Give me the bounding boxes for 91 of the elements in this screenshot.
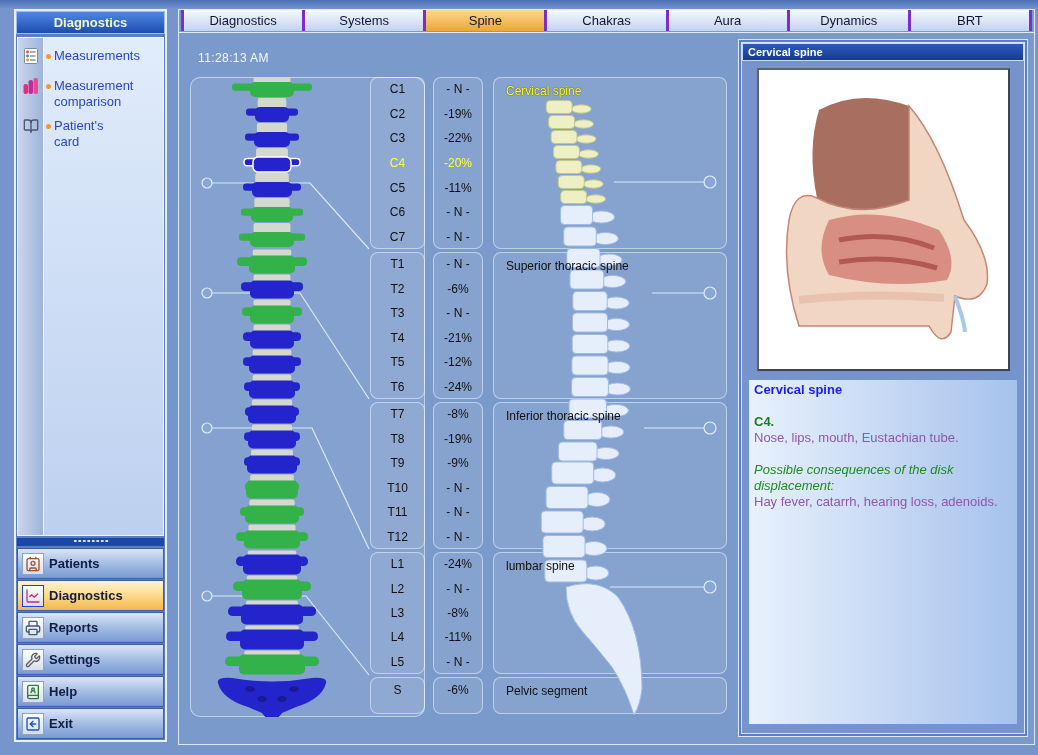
vertebra-label[interactable]: L4 [390, 630, 405, 645]
deviation-value: -24% [444, 379, 472, 394]
sidebar-title: Diagnostics [16, 11, 165, 34]
deviation-value: - N - [446, 529, 470, 544]
section-label[interactable]: Superior thoracic spine [506, 259, 629, 273]
sidebar-link[interactable]: Measurement comparison [54, 78, 134, 110]
deviation-value: -19% [444, 431, 472, 446]
vertebra-label[interactable]: T10 [387, 480, 408, 495]
wrench-icon [22, 648, 44, 671]
nav-button[interactable]: Settings [17, 644, 164, 675]
nav-button[interactable]: Reports [17, 612, 164, 643]
vertebra-label[interactable]: T9 [390, 456, 405, 471]
section-label[interactable]: lumbar spine [506, 559, 575, 573]
splitter-handle[interactable] [17, 538, 164, 546]
deviation-value: -8% [447, 407, 469, 422]
deviation-value: - N - [446, 257, 470, 272]
bar-chart-icon [22, 78, 39, 94]
vertebra-label[interactable]: T8 [390, 431, 405, 446]
vertebra-label[interactable]: T6 [390, 379, 405, 394]
info-heading: Cervical spine [754, 382, 844, 398]
arrow-left-icon [22, 712, 44, 735]
vertebra-label[interactable]: T7 [390, 407, 405, 422]
tab[interactable]: Spine [423, 10, 545, 31]
consequences-text: Hay fever, catarrh, hearing loss, adenoids. [754, 494, 999, 510]
deviation-value: - N - [446, 205, 470, 220]
vertebra-label[interactable]: L2 [390, 581, 405, 596]
vertebra-label[interactable]: L5 [390, 654, 405, 669]
deviation-value: -6% [447, 682, 469, 697]
vertebra-label[interactable]: L3 [390, 606, 405, 620]
vertebra-label[interactable]: C6 [389, 205, 406, 220]
clock-time: 11:28:13 AM [198, 51, 269, 65]
tab[interactable]: Chakras [544, 10, 666, 31]
nav-button[interactable]: Exit [17, 708, 164, 739]
vertebra-label[interactable]: T1 [390, 257, 405, 272]
deviation-value: - N - [446, 480, 470, 495]
deviation-value: -19% [444, 106, 472, 121]
deviation-value: -24% [444, 557, 472, 572]
vertebra-label[interactable]: T11 [387, 505, 408, 520]
sidebar-link[interactable]: Measurements [54, 48, 140, 64]
vertebra-label[interactable]: C1 [389, 82, 406, 97]
vertebra-label[interactable]: C2 [389, 106, 406, 121]
vertebra-label[interactable]: L1 [390, 557, 405, 572]
affected-organs: Nose, lips, mouth, Eustachian tube. [754, 430, 960, 446]
tab[interactable]: Dynamics [786, 10, 908, 31]
vertebra-label[interactable]: C5 [389, 180, 406, 195]
deviation-value: - N - [446, 229, 470, 244]
deviation-value: -20% [444, 156, 472, 170]
tab[interactable]: BRT [907, 10, 1032, 31]
book-icon [22, 118, 39, 134]
tab[interactable]: Systems [302, 10, 424, 31]
deviation-value: - N - [446, 82, 470, 97]
bullet-icon [46, 84, 51, 89]
deviation-value: - N - [446, 306, 470, 321]
contact-card-icon [22, 552, 44, 575]
bullet-icon [46, 124, 51, 129]
deviation-value: -22% [444, 131, 472, 146]
vertebra-label[interactable]: T12 [387, 529, 408, 544]
deviation-value: -21% [444, 330, 472, 345]
deviation-value: -12% [444, 355, 472, 370]
vertebra-label[interactable]: C7 [389, 229, 406, 244]
vertebra-label[interactable]: T3 [390, 306, 405, 321]
printer-icon [22, 616, 44, 639]
deviation-value: -11% [444, 630, 472, 645]
deviation-value: -6% [447, 281, 469, 296]
leader-line [651, 286, 717, 300]
consequences-label: Possible consequences of the disk displacement: [754, 462, 955, 494]
deviation-value: - N - [446, 654, 470, 669]
book-user-icon [22, 680, 44, 703]
vertebra-label[interactable]: S [393, 682, 402, 697]
list-icon [22, 48, 39, 64]
tab[interactable]: Diagnostics [181, 10, 303, 31]
sidebar-link[interactable]: Patient's card [54, 118, 104, 150]
bullet-icon [46, 54, 51, 59]
section-label[interactable]: Inferior thoracic spine [506, 409, 621, 423]
line-chart-icon [22, 584, 44, 607]
info-panel-title: Cervical spine [742, 43, 1024, 61]
section-label[interactable]: Pelvic segment [506, 684, 588, 698]
deviation-value: - N - [446, 505, 470, 520]
nav-button[interactable]: Patients [17, 548, 164, 579]
deviation-value: -11% [444, 180, 472, 195]
deviation-value: -8% [447, 606, 469, 620]
vertebra-label[interactable]: T4 [390, 330, 405, 345]
deviation-value: - N - [446, 581, 470, 596]
vertebra-label[interactable]: T5 [390, 355, 405, 370]
vertebra-label[interactable]: T2 [390, 281, 405, 296]
deviation-value: -9% [447, 456, 469, 471]
vertebra-name: C4. [754, 414, 776, 430]
nav-button[interactable]: Help [17, 676, 164, 707]
nav-button[interactable]: Diagnostics [17, 580, 164, 611]
vertebra-label[interactable]: C3 [389, 131, 406, 146]
tab[interactable]: Aura [665, 10, 787, 31]
